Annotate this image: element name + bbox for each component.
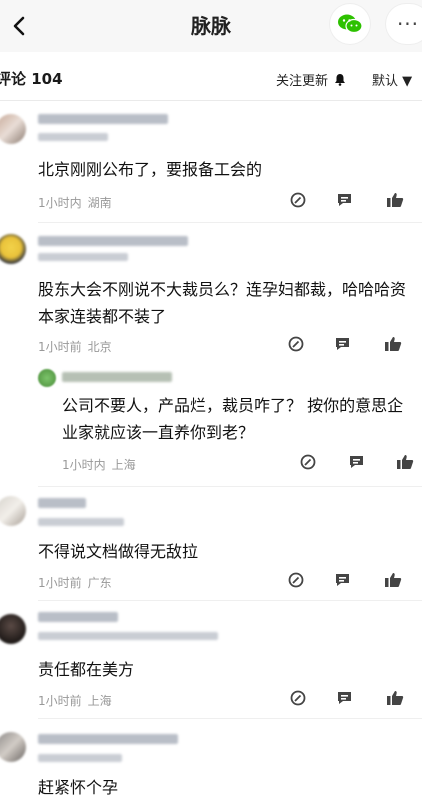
- avatar[interactable]: [0, 234, 26, 264]
- comments-label: 评论: [0, 70, 27, 88]
- user-title-blurred: [38, 632, 218, 640]
- more-button[interactable]: ···: [386, 4, 422, 44]
- username-blurred: [38, 498, 86, 508]
- comment-actions: [290, 192, 422, 212]
- repost-icon[interactable]: [288, 336, 304, 352]
- follow-updates-label: 关注更新: [276, 74, 329, 89]
- reply-icon[interactable]: [348, 454, 365, 470]
- comment-text: 股东大会不刚说不大裁员么？连孕妇都裁，哈哈哈资本家连装都不装了: [38, 280, 407, 326]
- comment-time: 1小时前: [38, 576, 82, 590]
- sort-dropdown[interactable]: 默认 ▼: [372, 70, 412, 89]
- comments-count-label: 评论 104: [0, 68, 63, 89]
- username-blurred: [62, 372, 172, 382]
- comment-actions: [290, 690, 422, 710]
- divider: [38, 718, 422, 719]
- like-icon[interactable]: [386, 192, 404, 208]
- reply-item: 公司不要人，产品烂，裁员咋了？ 按你的意思企业家就应该一直养你到老？ 1小时内上…: [38, 364, 422, 484]
- comment-text: 责任都在美方: [38, 660, 135, 679]
- user-title-blurred: [38, 133, 108, 141]
- comment-actions: [288, 336, 422, 356]
- comment-meta: 1小时前 北京: [38, 338, 118, 355]
- follow-updates-button[interactable]: 关注更新: [276, 70, 346, 89]
- reply-icon[interactable]: [336, 690, 353, 706]
- bell-icon: [335, 74, 346, 86]
- repost-icon[interactable]: [288, 572, 304, 588]
- comment-actions: [288, 572, 422, 592]
- reply-actions: [300, 454, 422, 474]
- avatar[interactable]: [0, 496, 26, 526]
- reply-icon[interactable]: [334, 336, 351, 352]
- top-bar: 脉脉 ···: [0, 0, 422, 52]
- comments-toolbar: 评论 104 关注更新 默认 ▼: [0, 60, 422, 94]
- comment-location: 广东: [87, 576, 112, 590]
- sort-label: 默认: [372, 74, 399, 89]
- avatar[interactable]: [0, 732, 26, 762]
- comment-meta: 1小时前 上海: [38, 692, 118, 709]
- reply-icon[interactable]: [334, 572, 351, 588]
- username-blurred: [38, 612, 118, 622]
- username-blurred: [38, 236, 188, 246]
- user-title-blurred: [38, 253, 128, 261]
- divider: [0, 100, 422, 101]
- wechat-icon: [338, 14, 363, 34]
- like-icon[interactable]: [386, 690, 404, 706]
- share-wechat-button[interactable]: [330, 4, 370, 44]
- divider: [38, 222, 422, 223]
- sort-icon: ▼: [402, 74, 413, 89]
- comments-count: 104: [31, 70, 63, 88]
- comment-text: 赶紧怀个孕: [38, 778, 119, 797]
- repost-icon[interactable]: [300, 454, 316, 470]
- comment-location: 上海: [87, 694, 112, 708]
- repost-icon[interactable]: [290, 690, 306, 706]
- reply-icon[interactable]: [336, 192, 353, 208]
- comment-location: 北京: [87, 340, 112, 354]
- user-title-blurred: [38, 754, 122, 762]
- comment-time: 1小时内: [38, 196, 82, 210]
- like-icon[interactable]: [396, 454, 414, 470]
- avatar[interactable]: [0, 614, 26, 644]
- username-blurred: [38, 734, 178, 744]
- like-icon[interactable]: [384, 572, 402, 588]
- avatar[interactable]: [0, 114, 26, 144]
- comment-meta: 1小时前 广东: [38, 574, 118, 591]
- reply-time: 1小时内: [62, 458, 106, 472]
- repost-icon[interactable]: [290, 192, 306, 208]
- comment-meta: 1小时内 湖南: [38, 194, 118, 211]
- like-icon[interactable]: [384, 336, 402, 352]
- comment-time: 1小时前: [38, 694, 82, 708]
- comment-location: 湖南: [87, 196, 112, 210]
- username-blurred: [38, 114, 168, 124]
- user-title-blurred: [38, 518, 124, 526]
- divider: [38, 600, 422, 601]
- comment-text: 北京刚刚公布了，要报备工会的: [38, 160, 263, 179]
- avatar[interactable]: [38, 369, 56, 387]
- comment-time: 1小时前: [38, 340, 82, 354]
- comment-text: 不得说文档做得无敌拉: [38, 542, 199, 561]
- reply-location: 上海: [111, 458, 136, 472]
- reply-meta: 1小时内 上海: [62, 456, 142, 473]
- divider: [38, 486, 422, 487]
- reply-text: 公司不要人，产品烂，裁员咋了？ 按你的意思企业家就应该一直养你到老？: [62, 396, 404, 442]
